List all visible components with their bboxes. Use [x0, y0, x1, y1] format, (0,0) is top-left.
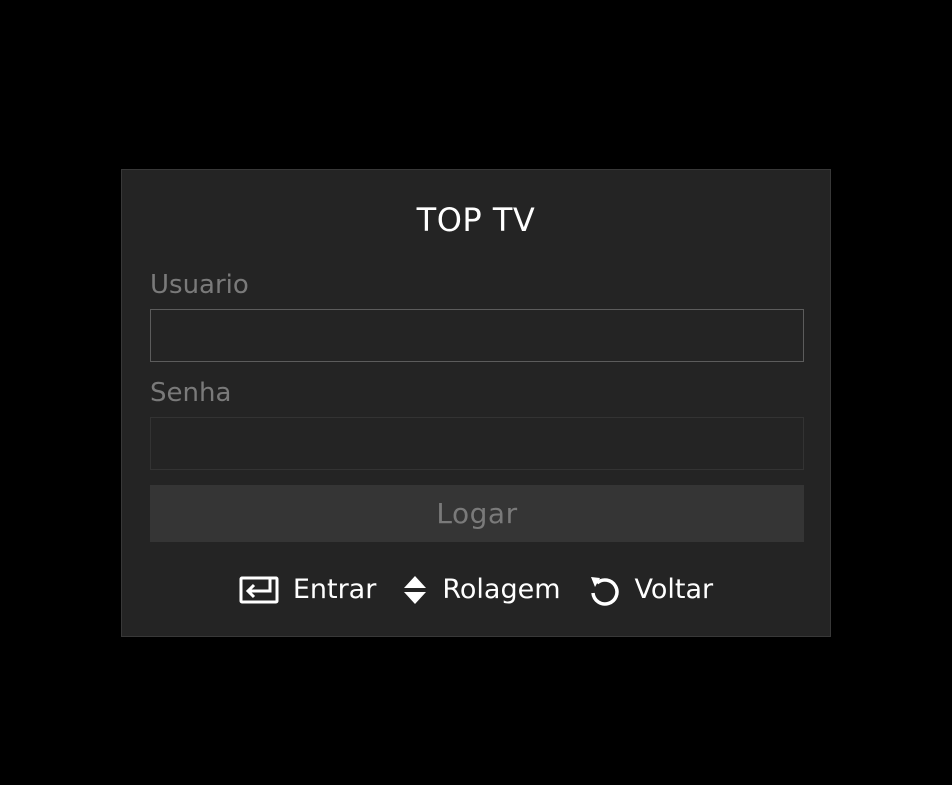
hint-scroll: Rolagem [402, 573, 561, 607]
hint-back-label: Voltar [634, 574, 714, 605]
app-title: TOP TV [416, 201, 536, 239]
login-button[interactable]: Logar [150, 485, 804, 542]
key-hints-bar: Entrar Rolagem Voltar [122, 568, 830, 612]
up-down-arrows-icon [402, 575, 428, 605]
back-arrow-icon [587, 574, 621, 606]
password-input[interactable] [150, 417, 804, 470]
password-label: Senha [150, 378, 232, 408]
hint-enter-label: Entrar [292, 574, 377, 605]
screen: TOP TV Usuario Senha Logar Entrar Rolage… [0, 0, 952, 785]
hint-enter: Entrar [239, 573, 377, 607]
enter-key-icon [239, 576, 279, 604]
username-label: Usuario [150, 270, 249, 300]
hint-scroll-label: Rolagem [442, 574, 561, 605]
hint-back: Voltar [587, 573, 714, 607]
login-panel: TOP TV Usuario Senha Logar Entrar Rolage… [121, 169, 831, 637]
username-input[interactable] [150, 309, 804, 362]
